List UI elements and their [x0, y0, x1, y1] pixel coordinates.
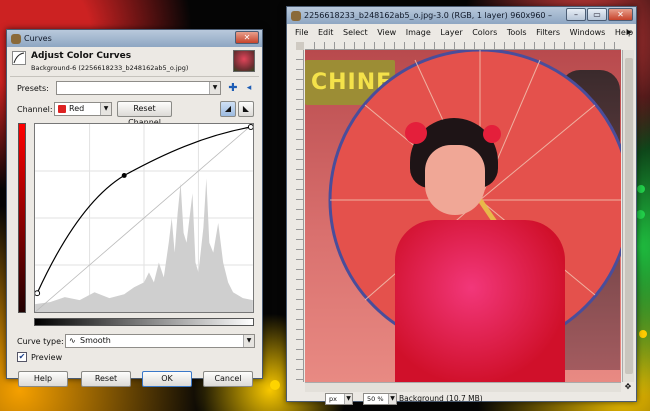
close-button[interactable]: ✕	[235, 31, 259, 44]
menu-windows[interactable]: Windows	[570, 28, 606, 37]
vertical-scrollbar[interactable]	[622, 50, 634, 382]
unit-combo[interactable]: px ▼	[325, 393, 353, 405]
chevron-down-icon: ▼	[209, 82, 220, 94]
curves-titlebar[interactable]: Curves ✕	[7, 30, 262, 47]
menu-view[interactable]: View	[377, 28, 396, 37]
scroll-thumb[interactable]	[625, 58, 633, 374]
preview-checkbox[interactable]: ✔	[17, 352, 27, 362]
girl-face	[425, 145, 485, 215]
minimize-button[interactable]: –	[566, 8, 586, 21]
image-titlebar[interactable]: 2256618233_b248162ab5_o.jpg-3.0 (RGB, 1 …	[287, 7, 636, 24]
curve-type-label: Curve type:	[17, 337, 64, 346]
desktop-dot	[637, 185, 645, 193]
window-title: 2256618233_b248162ab5_o.jpg-3.0 (RGB, 1 …	[304, 11, 554, 20]
reset-button[interactable]: Reset	[81, 371, 131, 387]
curve-graph[interactable]	[34, 123, 254, 313]
desktop-dot	[636, 210, 645, 219]
presets-combo[interactable]: ▼	[56, 81, 221, 95]
cancel-button[interactable]: Cancel	[203, 371, 253, 387]
reset-channel-button[interactable]: Reset Channel	[117, 101, 172, 127]
window-title: Curves	[24, 34, 52, 43]
red-channel-icon	[58, 105, 66, 113]
chevron-down-icon: ▼	[388, 394, 396, 404]
curves-dialog: Curves ✕ Adjust Color Curves Background-…	[6, 29, 263, 387]
menu-edit[interactable]: Edit	[318, 28, 334, 37]
preset-menu-icon[interactable]: ◂	[243, 82, 255, 94]
channel-label: Channel:	[17, 105, 53, 114]
menu-file[interactable]: File	[295, 28, 308, 37]
close-button[interactable]: ✕	[608, 8, 633, 21]
menu-tools[interactable]: Tools	[507, 28, 527, 37]
image-window: 2256618233_b248162ab5_o.jpg-3.0 (RGB, 1 …	[286, 6, 637, 405]
curve-point[interactable]	[247, 124, 253, 130]
channel-combo[interactable]: Red ▼	[54, 102, 112, 116]
menu-layer[interactable]: Layer	[440, 28, 462, 37]
navigate-icon[interactable]	[296, 42, 304, 50]
desktop-dot	[639, 330, 647, 338]
add-preset-icon[interactable]: ✚	[227, 82, 239, 94]
curve-type-combo[interactable]: ∿ Smooth ▼	[65, 334, 255, 348]
chevron-down-icon: ▼	[344, 394, 352, 404]
image-body: File Edit Select View Image Layer Colors…	[287, 24, 636, 405]
input-gradient-bar	[34, 318, 254, 326]
horizontal-scrollbar[interactable]	[305, 382, 621, 392]
image-canvas[interactable]: CHINE	[305, 50, 621, 382]
dialog-subheading: Background-6 (2256618233_b248162ab5_o.jp…	[31, 64, 189, 72]
gimp-icon	[291, 10, 301, 21]
log-histogram-icon[interactable]: ◣	[238, 101, 254, 117]
curve-point[interactable]	[121, 172, 127, 178]
menu-select[interactable]: Select	[343, 28, 368, 37]
horizontal-ruler	[305, 42, 621, 50]
menu-image[interactable]: Image	[406, 28, 431, 37]
maximize-button[interactable]: ▭	[587, 8, 607, 21]
hair-flower	[483, 125, 501, 143]
curve-point[interactable]	[35, 290, 41, 297]
curves-body: Adjust Color Curves Background-6 (225661…	[7, 47, 262, 387]
gimp-icon	[11, 33, 21, 44]
linear-histogram-icon[interactable]: ◢	[220, 101, 236, 117]
help-button[interactable]: Help	[18, 371, 68, 387]
zoom-combo[interactable]: 50 % ▼	[363, 393, 397, 405]
menu-filters[interactable]: Filters	[536, 28, 560, 37]
hair-flower	[405, 122, 427, 144]
ok-button[interactable]: OK	[142, 371, 192, 387]
dialog-heading: Adjust Color Curves	[31, 51, 132, 61]
menu-bar: File Edit Select View Image Layer Colors…	[295, 28, 640, 37]
image-thumbnail	[233, 50, 255, 72]
chevron-down-icon: ▼	[100, 103, 111, 115]
output-gradient-bar	[18, 123, 26, 313]
desktop-dot	[270, 380, 280, 390]
vertical-ruler	[296, 50, 304, 382]
status-text: Background (10.7 MB)	[399, 394, 483, 403]
smooth-curve-icon: ∿	[69, 336, 76, 345]
menu-colors[interactable]: Colors	[472, 28, 497, 37]
menu-arrow-icon[interactable]: ▶	[627, 28, 632, 36]
preview-label[interactable]: Preview	[31, 353, 62, 362]
zoom-to-fit-icon[interactable]: ✥	[622, 382, 634, 392]
curves-icon	[12, 51, 26, 65]
girl-dress	[395, 220, 565, 382]
presets-label: Presets:	[17, 84, 49, 93]
chevron-down-icon: ▼	[243, 335, 254, 347]
